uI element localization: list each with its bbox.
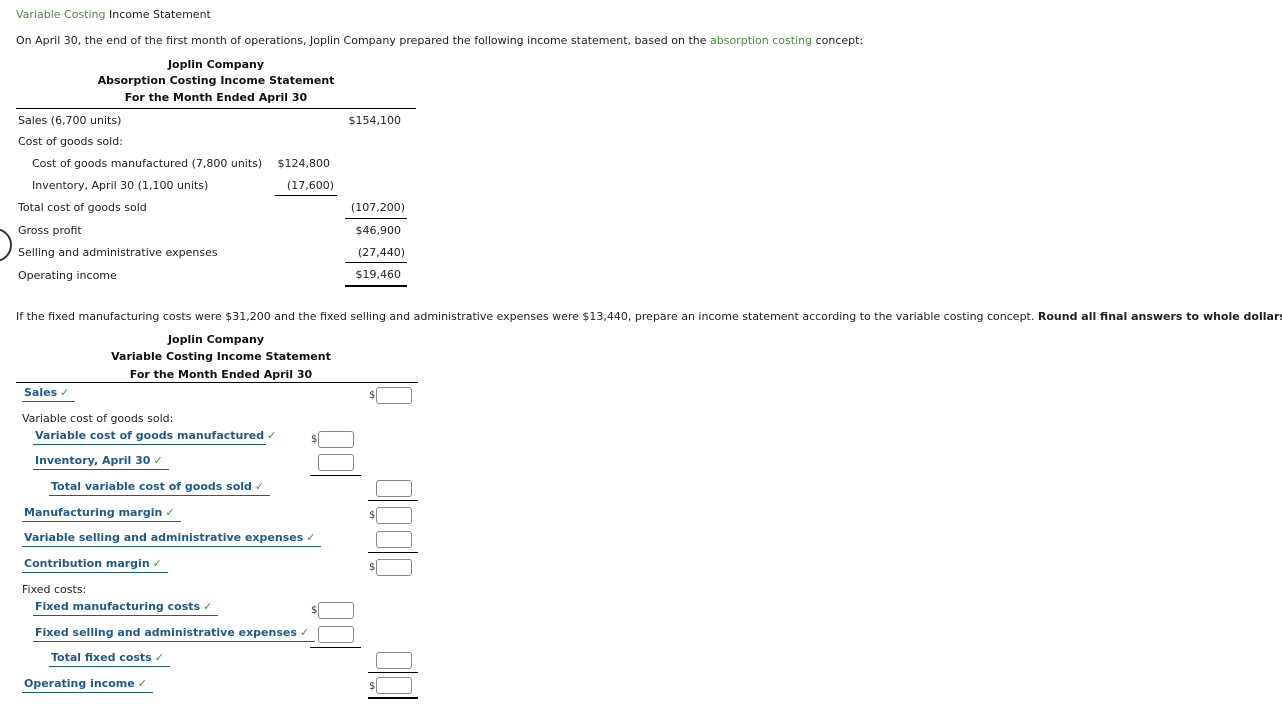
operating-income-select[interactable]: Operating income ✓ — [22, 677, 153, 693]
intro-before: On April 30, the end of the first month … — [16, 34, 710, 47]
sales-input[interactable] — [376, 387, 412, 404]
title-link[interactable]: Variable Costing — [16, 8, 106, 21]
abs-row-label: Total cost of goods sold — [18, 201, 147, 214]
check-icon: ✓ — [306, 531, 316, 544]
abs-row-value: (107,200) — [350, 201, 405, 214]
abs-row-label: Operating income — [18, 269, 117, 282]
abs-row-label: Selling and administrative expenses — [18, 246, 218, 259]
vcgm-label: Variable cost of goods manufactured — [35, 429, 265, 442]
total-fixed-input[interactable] — [376, 652, 412, 669]
page-title: Variable Costing Income Statement — [16, 8, 211, 21]
check-icon: ✓ — [137, 677, 147, 690]
vcgm-select[interactable]: Variable cost of goods manufactured ✓ — [33, 429, 276, 445]
sales-select[interactable]: Sales ✓ — [22, 386, 76, 402]
vcgm-input[interactable] — [318, 431, 354, 448]
total-rule — [368, 672, 418, 673]
abs-total-rule — [345, 262, 407, 263]
cursor-circle-icon — [0, 228, 12, 262]
fixed-sa-select[interactable]: Fixed selling and administrative expense… — [33, 626, 316, 642]
dollar-sign: $ — [311, 434, 318, 445]
check-icon: ✓ — [203, 600, 213, 613]
check-icon: ✓ — [152, 557, 162, 570]
inventory-label: Inventory, April 30 — [35, 454, 151, 467]
total-fixed-select[interactable]: Total fixed costs ✓ — [49, 651, 170, 667]
mfg-margin-label: Manufacturing margin — [24, 506, 163, 519]
abs-row-label: Inventory, April 30 (1,100 units) — [32, 179, 209, 192]
abs-row-label: Gross profit — [18, 224, 82, 237]
check-icon: ✓ — [154, 651, 164, 664]
mfg-margin-input[interactable] — [376, 507, 412, 524]
double-rule — [368, 697, 418, 699]
abs-row-value: $124,800 — [277, 157, 331, 170]
abs-row-label: Cost of goods manufactured (7,800 units) — [32, 157, 263, 170]
dollar-sign: $ — [311, 605, 318, 616]
abs-row-value: (27,440) — [357, 246, 405, 259]
var-sa-label: Variable selling and administrative expe… — [24, 531, 304, 544]
fixed-header: Fixed costs: — [22, 583, 87, 596]
abs-double-rule — [345, 285, 407, 287]
total-fixed-label: Total fixed costs — [51, 651, 152, 664]
abs-subtotal-rule — [275, 195, 337, 196]
fixed-mfg-input[interactable] — [318, 602, 354, 619]
operating-income-label: Operating income — [24, 677, 135, 690]
subtotal-rule — [310, 475, 361, 476]
check-icon: ✓ — [254, 480, 265, 493]
abs-total-rule — [345, 218, 407, 219]
mfg-margin-select[interactable]: Manufacturing margin ✓ — [22, 506, 181, 522]
absorption-costing-link[interactable]: absorption costing — [710, 34, 812, 47]
abs-row-value: (17,600) — [286, 179, 334, 192]
var-sa-select[interactable]: Variable selling and administrative expe… — [22, 531, 322, 547]
abs-row-label: Cost of goods sold: — [18, 135, 123, 148]
var-company: Joplin Company — [167, 333, 265, 346]
check-icon: ✓ — [165, 506, 175, 519]
intro-text: On April 30, the end of the first month … — [16, 34, 863, 47]
contribution-label: Contribution margin — [24, 557, 150, 570]
var-header-rule — [16, 382, 418, 383]
var-sa-input[interactable] — [376, 531, 412, 548]
subtotal-rule — [310, 647, 361, 648]
instructions-bold: Round all final answers to whole dollars… — [1037, 310, 1282, 323]
fixed-mfg-select[interactable]: Fixed manufacturing costs ✓ — [33, 600, 219, 616]
abs-row-value: $46,900 — [355, 224, 402, 237]
fixed-sa-input[interactable] — [318, 626, 354, 643]
fixed-sa-label: Fixed selling and administrative expense… — [35, 626, 297, 639]
abs-row-value: $154,100 — [348, 114, 402, 127]
check-icon: ✓ — [299, 626, 310, 639]
operating-income-input[interactable] — [376, 677, 412, 694]
abs-company: Joplin Company — [167, 58, 265, 71]
fixed-mfg-label: Fixed manufacturing costs — [35, 600, 201, 613]
instructions-text: If the fixed manufacturing costs were $3… — [16, 310, 1038, 323]
sales-label: Sales — [24, 386, 58, 399]
check-icon: ✓ — [153, 454, 163, 467]
dollar-sign: $ — [369, 510, 376, 521]
total-vcogs-input[interactable] — [376, 480, 412, 497]
check-icon: ✓ — [60, 386, 70, 399]
abs-statement-title: Absorption Costing Income Statement — [97, 74, 335, 87]
var-period: For the Month Ended April 30 — [129, 368, 313, 381]
total-vcogs-label: Total variable cost of goods sold — [51, 480, 252, 493]
inventory-input[interactable] — [318, 454, 354, 471]
contribution-input[interactable] — [376, 559, 412, 576]
abs-period: For the Month Ended April 30 — [124, 91, 308, 104]
dollar-sign: $ — [369, 562, 376, 573]
inventory-select[interactable]: Inventory, April 30 ✓ — [33, 454, 169, 470]
instructions: If the fixed manufacturing costs were $3… — [16, 310, 1282, 323]
title-rest: Income Statement — [105, 8, 211, 21]
var-statement-title: Variable Costing Income Statement — [111, 350, 331, 363]
vcogs-header: Variable cost of goods sold: — [22, 412, 174, 425]
abs-row-value: $19,460 — [355, 268, 402, 281]
dollar-sign: $ — [369, 390, 376, 401]
check-icon: ✓ — [267, 429, 277, 442]
total-vcogs-select[interactable]: Total variable cost of goods sold ✓ — [49, 480, 271, 496]
contribution-select[interactable]: Contribution margin ✓ — [22, 557, 168, 573]
abs-header-rule — [16, 108, 416, 109]
dollar-sign: $ — [369, 681, 376, 692]
intro-after: concept: — [812, 34, 864, 47]
total-rule — [368, 552, 418, 553]
total-rule — [368, 500, 418, 501]
abs-row-label: Sales (6,700 units) — [18, 114, 122, 127]
